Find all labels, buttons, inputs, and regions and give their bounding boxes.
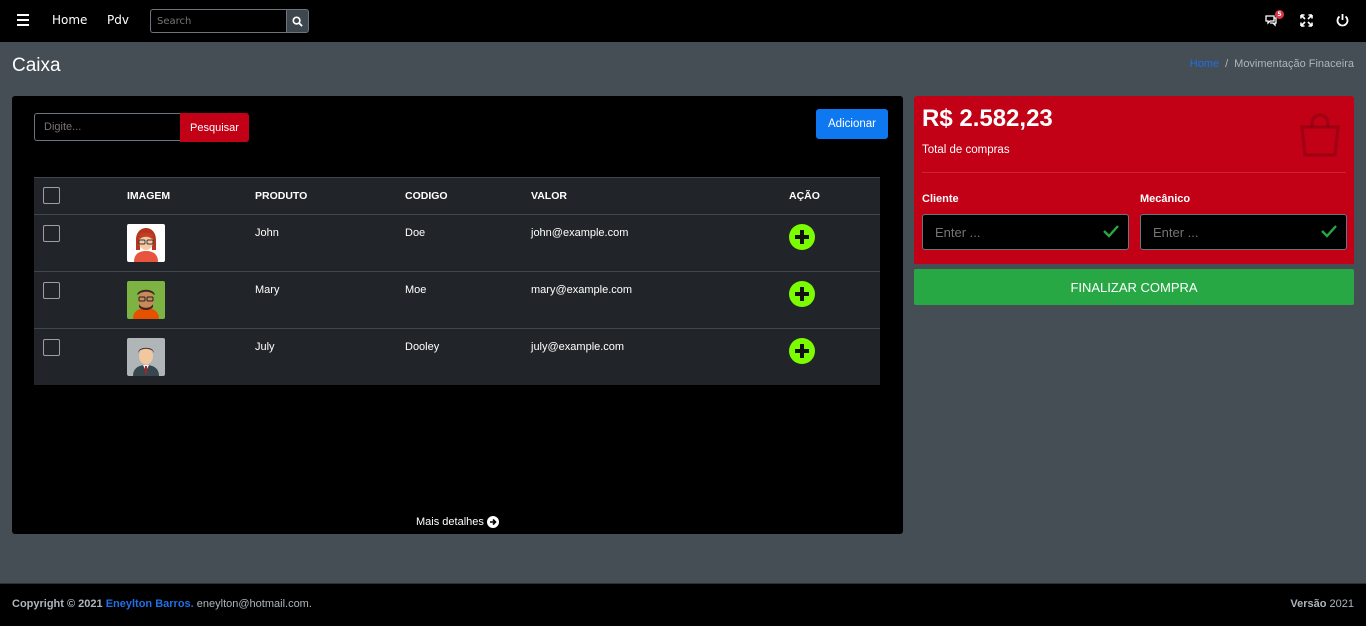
column-header-acao: AÇÃO [789, 190, 820, 202]
purchase-total-label: Total de compras [922, 144, 1010, 156]
version-label: Versão [1290, 598, 1327, 610]
product-avatar-image [127, 338, 165, 376]
shopping-bag-icon [1300, 113, 1340, 157]
more-details-label: Mais detalhes [416, 516, 484, 528]
add-to-cart-button[interactable] [789, 224, 815, 250]
footer: Copyright © 2021 Eneylton Barros. eneylt… [0, 583, 1366, 626]
navbar-search-button[interactable] [286, 9, 309, 33]
product-value: john@example.com [531, 227, 629, 239]
add-button[interactable]: Adicionar [816, 109, 888, 139]
product-code: Dooley [405, 341, 440, 353]
table-header: IMAGEM PRODUTO CODIGO VALOR AÇÃO [34, 178, 880, 215]
navbar-search-input[interactable] [150, 9, 286, 33]
product-filter-input[interactable] [34, 113, 180, 141]
more-details-link[interactable]: Mais detalhes [416, 516, 499, 528]
breadcrumb-current: Movimentação Finaceira [1234, 58, 1354, 70]
check-icon [1103, 225, 1119, 238]
copyright-text: Copyright © 2021 [12, 598, 103, 610]
hamburger-menu-icon[interactable] [17, 14, 29, 26]
logout-button[interactable] [1336, 12, 1349, 31]
row-checkbox[interactable] [43, 339, 60, 356]
table-row: July Dooley july@example.com [34, 329, 880, 385]
select-all-checkbox[interactable] [43, 187, 60, 204]
product-name: July [255, 341, 275, 353]
nav-pdv-link[interactable]: Pdv [107, 13, 129, 27]
product-name: Mary [255, 284, 280, 296]
nav-home-link[interactable]: Home [52, 13, 87, 27]
add-to-cart-button[interactable] [789, 338, 815, 364]
navbar-search [150, 9, 309, 33]
fullscreen-button[interactable] [1300, 12, 1313, 31]
product-avatar-image [127, 281, 165, 319]
version-number: 2021 [1329, 598, 1354, 610]
product-avatar-image [127, 224, 165, 262]
product-code: Doe [405, 227, 426, 239]
row-checkbox[interactable] [43, 225, 60, 242]
cliente-field [922, 214, 1129, 250]
notification-badge: 5 [1275, 10, 1284, 19]
table-row: Mary Moe mary@example.com [34, 272, 880, 329]
column-header-codigo: CODIGO [405, 190, 448, 202]
cliente-label: Cliente [922, 193, 959, 205]
page-title: Caixa [12, 55, 61, 76]
search-icon [292, 15, 303, 27]
product-value: mary@example.com [531, 284, 633, 296]
plus-circle-icon [789, 281, 815, 307]
plus-circle-icon [789, 224, 815, 250]
purchase-total: R$ 2.582,23 [922, 105, 1053, 132]
top-navbar: Home Pdv 5 [0, 0, 1366, 42]
breadcrumb: Home / Movimentação Finaceira [1190, 58, 1354, 70]
column-header-imagem: IMAGEM [127, 190, 171, 202]
finish-purchase-button[interactable]: FINALIZAR COMPRA [914, 269, 1354, 305]
mecanico-field [1140, 214, 1347, 250]
footer-version: Versão 2021 [1290, 598, 1354, 610]
mecanico-label: Mecânico [1140, 193, 1191, 205]
product-name: John [255, 227, 279, 239]
products-card: Pesquisar Adicionar IMAGEM PRODUTO CODIG… [12, 96, 903, 534]
cliente-input[interactable] [923, 215, 1098, 249]
column-header-produto: PRODUTO [255, 190, 308, 202]
comments-button[interactable]: 5 [1264, 10, 1284, 31]
add-to-cart-button[interactable] [789, 281, 815, 307]
breadcrumb-home-link[interactable]: Home [1190, 58, 1219, 70]
row-checkbox[interactable] [43, 282, 60, 299]
breadcrumb-separator: / [1225, 58, 1229, 70]
table-row: John Doe john@example.com [34, 215, 880, 272]
products-table: IMAGEM PRODUTO CODIGO VALOR AÇÃO John Do… [34, 177, 880, 385]
expand-arrows-icon [1300, 14, 1313, 27]
plus-circle-icon [789, 338, 815, 364]
summary-divider [922, 172, 1346, 173]
search-button[interactable]: Pesquisar [180, 113, 249, 142]
power-icon [1336, 14, 1349, 27]
author-email: eneylton@hotmail.com. [196, 598, 312, 610]
check-icon [1321, 225, 1337, 238]
footer-copyright: Copyright © 2021 Eneylton Barros. eneylt… [12, 598, 312, 610]
product-code: Moe [405, 284, 427, 296]
purchase-summary-card: R$ 2.582,23 Total de compras Cliente Mec… [914, 96, 1354, 264]
author-link[interactable]: Eneylton Barros. [106, 598, 194, 610]
arrow-circle-right-icon [486, 516, 499, 528]
product-value: july@example.com [531, 341, 625, 353]
column-header-valor: VALOR [531, 190, 567, 202]
mecanico-input[interactable] [1141, 215, 1316, 249]
